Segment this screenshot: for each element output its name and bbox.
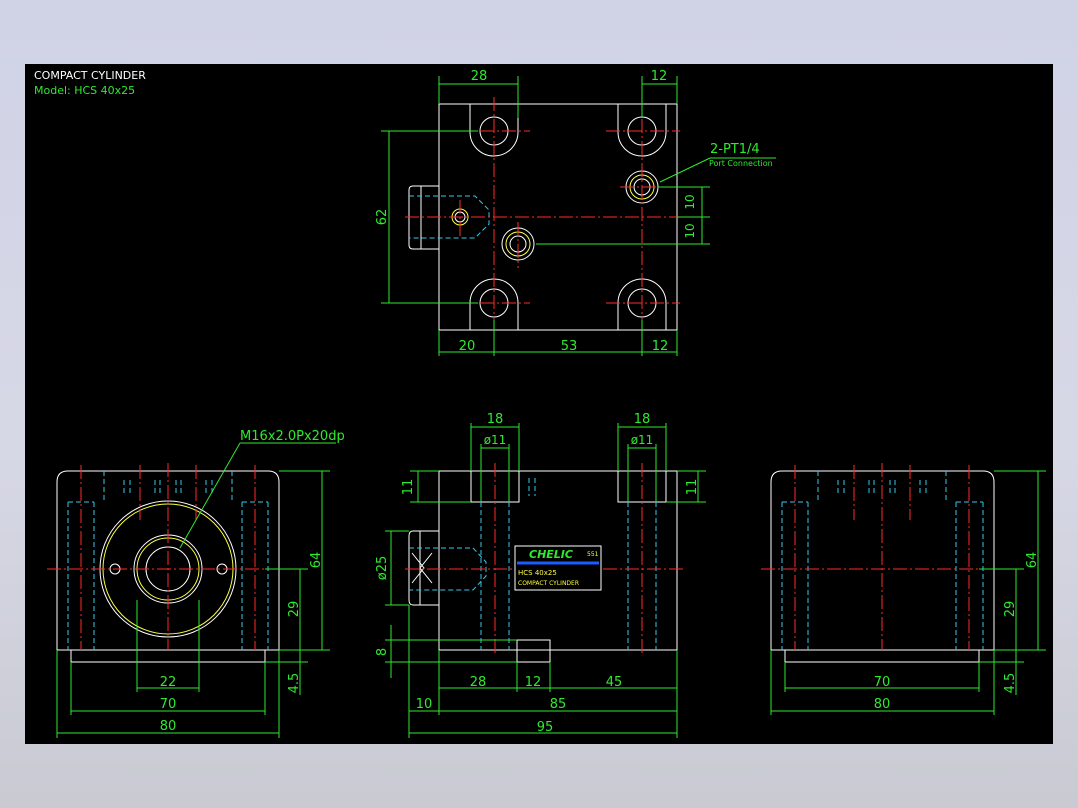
front-view: CHELIC 551 HCS 40x25 COMPACT CYLINDER 18… [375,412,706,738]
port-callout-sub: Port Connection [709,159,773,168]
dim-right-64: 64 [1025,552,1040,569]
nameplate-brand: CHELIC [529,548,573,561]
dim-end-64: 64 [309,552,324,569]
dim-top-53: 53 [561,339,578,354]
dim-end-4-5: 4.5 [287,673,302,694]
left-end-view: M16x2.0Px20dp 64 29 4.5 22 70 80 [47,429,345,738]
dim-front-11b: 11 [685,479,700,496]
dim-port-10b: 10 [683,223,697,238]
dim-front-18a: 18 [487,412,504,427]
dim-front-45: 45 [606,675,623,690]
nameplate-code: 551 [587,551,599,558]
dim-front-18b: 18 [634,412,651,427]
dim-front-11a: 11 [401,479,416,496]
dim-front-10: 10 [416,697,433,712]
dim-front-85: 85 [550,697,567,712]
thread-callout: M16x2.0Px20dp [240,429,345,444]
front-key [516,639,551,663]
port-callout: 2-PT1/4 [710,142,760,157]
dim-right-29: 29 [1003,601,1018,618]
nameplate-model: HCS 40x25 [518,569,557,577]
dim-front-8: 8 [375,648,390,656]
dim-front-dia11b: ø11 [631,433,654,447]
dim-top-62: 62 [375,209,390,226]
dim-end-29: 29 [287,601,302,618]
dim-top-20: 20 [459,339,476,354]
cad-drawing: .ol { stroke:#ffffff; stroke-width:1; fi… [47,69,1046,738]
dim-port-10a: 10 [683,194,697,209]
right-centerlines [761,463,1015,650]
dim-top-12: 12 [651,69,668,84]
dim-end-70: 70 [160,697,177,712]
dim-front-28: 28 [470,675,487,690]
dim-top-12b: 12 [652,339,669,354]
top-dimensions [381,76,776,356]
dim-right-80: 80 [874,697,891,712]
dim-end-80: 80 [160,719,177,734]
top-view: 28 12 62 20 53 12 10 10 2-PT1/4 Port Con… [375,69,776,356]
dim-right-70: 70 [874,675,891,690]
right-end-view: 64 29 4.5 70 80 [761,463,1046,715]
dim-right-4-5: 4.5 [1003,673,1018,694]
dim-end-22: 22 [160,675,177,690]
dim-front-dia25: ø25 [375,556,390,581]
dim-front-dia11a: ø11 [484,433,507,447]
top-centerlines [405,97,685,345]
dim-top-28: 28 [471,69,488,84]
dim-front-95: 95 [537,720,554,735]
nameplate-desc: COMPACT CYLINDER [518,580,579,587]
end-centerlines [47,463,300,650]
dim-front-12: 12 [525,675,542,690]
drawing-canvas: COMPACT CYLINDER Model: HCS 40x25 .ol { … [25,64,1053,744]
nameplate: CHELIC 551 HCS 40x25 COMPACT CYLINDER [514,545,602,591]
